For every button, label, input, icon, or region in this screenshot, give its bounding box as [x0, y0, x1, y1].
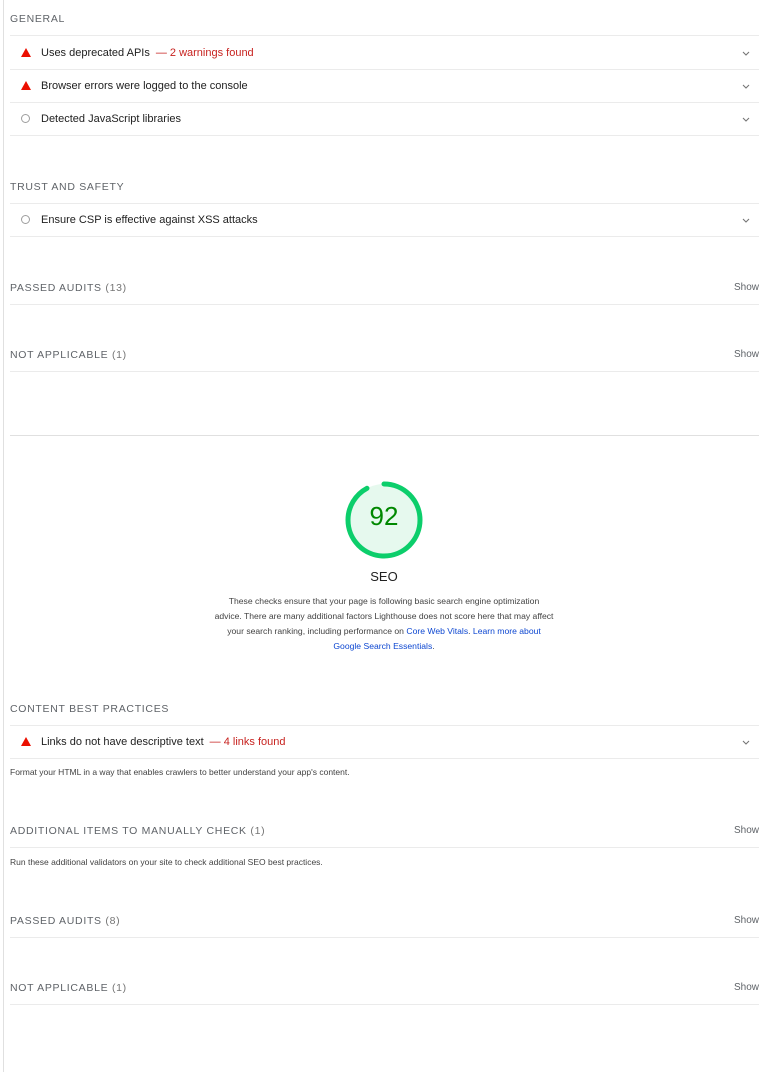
- group-count: (1): [250, 824, 266, 837]
- group-title: TRUST AND SAFETY: [10, 180, 125, 193]
- group-count: (13): [105, 281, 127, 294]
- audit-deprecated-apis[interactable]: Uses deprecated APIs — 2 warnings found: [10, 36, 759, 70]
- group-description: Format your HTML in a way that enables c…: [10, 767, 350, 777]
- show-button[interactable]: Show: [734, 349, 759, 360]
- group-header-general: GENERAL: [10, 2, 759, 36]
- audit-title: Browser errors were logged to the consol…: [41, 79, 248, 92]
- group-count: (8): [105, 914, 121, 927]
- audit-link-text[interactable]: Links do not have descriptive text — 4 l…: [10, 725, 759, 759]
- audit-warning: — 2 warnings found: [155, 46, 254, 59]
- left-border: [3, 0, 4, 1072]
- audit-title: Uses deprecated APIs: [41, 46, 150, 59]
- audit-browser-errors[interactable]: Browser errors were logged to the consol…: [10, 69, 759, 103]
- group-header-passed-audits[interactable]: PASSED AUDITS (8) Show: [10, 904, 759, 938]
- group-title: PASSED AUDITS (13): [10, 281, 127, 294]
- group-count: (1): [111, 981, 127, 994]
- audit-js-libraries[interactable]: Detected JavaScript libraries: [10, 102, 759, 136]
- category-divider: [10, 435, 759, 436]
- informative-circle-icon: [10, 114, 41, 123]
- fail-triangle-icon: [10, 48, 41, 57]
- fail-triangle-icon: [10, 81, 41, 90]
- core-web-vitals-link[interactable]: Core Web Vitals: [406, 626, 468, 636]
- group-title: CONTENT BEST PRACTICES: [10, 702, 170, 715]
- seo-category-title: SEO: [370, 569, 398, 584]
- audit-title: Detected JavaScript libraries: [41, 112, 182, 125]
- group-count: (1): [111, 348, 127, 361]
- chevron-down-icon[interactable]: [741, 737, 751, 747]
- chevron-down-icon[interactable]: [741, 215, 751, 225]
- group-header-content-best-practices: CONTENT BEST PRACTICES: [10, 692, 759, 726]
- group-title: NOT APPLICABLE (1): [10, 981, 127, 994]
- group-title: ADDITIONAL ITEMS TO MANUALLY CHECK (1): [10, 824, 266, 837]
- group-title: GENERAL: [10, 12, 66, 25]
- chevron-down-icon[interactable]: [741, 48, 751, 58]
- group-header-not-applicable[interactable]: NOT APPLICABLE (1) Show: [10, 338, 759, 372]
- audit-title: Links do not have descriptive text: [41, 735, 204, 748]
- show-button[interactable]: Show: [734, 825, 759, 836]
- seo-score-value: 92: [369, 501, 399, 531]
- show-button[interactable]: Show: [734, 915, 759, 926]
- group-description: Run these additional validators on your …: [10, 857, 323, 867]
- show-button[interactable]: Show: [734, 982, 759, 993]
- fail-triangle-icon: [10, 737, 41, 746]
- show-button[interactable]: Show: [734, 282, 759, 293]
- group-header-manual-checks[interactable]: ADDITIONAL ITEMS TO MANUALLY CHECK (1) S…: [10, 814, 759, 848]
- group-header-trust-safety: TRUST AND SAFETY: [10, 170, 759, 204]
- group-header-not-applicable[interactable]: NOT APPLICABLE (1) Show: [10, 971, 759, 1005]
- group-header-passed-audits[interactable]: PASSED AUDITS (13) Show: [10, 271, 759, 305]
- seo-category-description: These checks ensure that your page is fo…: [214, 596, 554, 651]
- audit-title: Ensure CSP is effective against XSS atta…: [41, 213, 258, 226]
- chevron-down-icon[interactable]: [741, 81, 751, 91]
- audit-warning: — 4 links found: [209, 735, 286, 748]
- group-title: NOT APPLICABLE (1): [10, 348, 127, 361]
- audit-csp-xss[interactable]: Ensure CSP is effective against XSS atta…: [10, 203, 759, 237]
- group-title: PASSED AUDITS (8): [10, 914, 121, 927]
- informative-circle-icon: [10, 215, 41, 224]
- chevron-down-icon[interactable]: [741, 114, 751, 124]
